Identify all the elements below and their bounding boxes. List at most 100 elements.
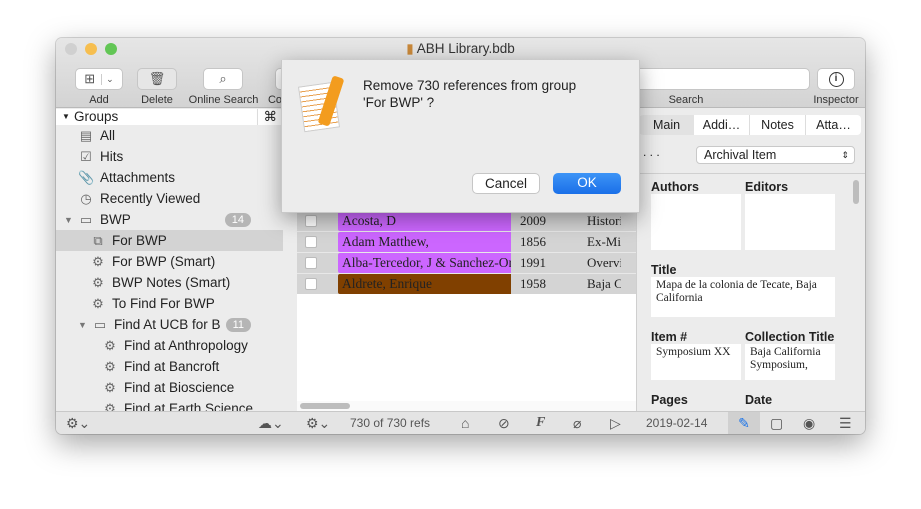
reference-count: 730 of 730 refs — [350, 416, 431, 430]
row-checkbox[interactable] — [305, 236, 317, 248]
sidebar-item-for-bwp[interactable]: ⧉ For BWP — [56, 230, 283, 251]
sidebar-item-find-at-ucb-for-b[interactable]: ▼ ▭ Find At UCB for B 11 — [56, 314, 283, 335]
library-icon: ▤ — [79, 127, 93, 143]
year-cell: 1958 — [520, 276, 546, 291]
sidebar-item-find-at-bancroft[interactable]: ⚙ Find at Bancroft — [56, 356, 283, 377]
cloud-icon[interactable]: ☁⌄ — [258, 415, 284, 432]
groups-header[interactable]: ▼ Groups ⌘ — [56, 109, 283, 125]
edit-icon[interactable]: ✎ — [728, 412, 760, 434]
sidebar-item-label: Find At UCB for B — [114, 317, 221, 332]
sidebar-item-bwp-notes-smart-[interactable]: ⚙ BWP Notes (Smart) — [56, 272, 283, 293]
sidebar-item-find-at-earth-science[interactable]: ⚙ Find at Earth Science — [56, 398, 283, 412]
online-search-label: Online Search — [188, 94, 259, 106]
command-icon: ⌘ — [256, 109, 277, 125]
tab-atta[interactable]: Atta… — [805, 115, 861, 135]
tab-main[interactable]: Main — [639, 115, 694, 135]
search-icon: ⌕ — [219, 71, 227, 86]
inspector-button[interactable]: i — [817, 68, 855, 90]
disclosure-triangle-icon: ▼ — [62, 112, 70, 121]
gear-icon: ⚙ — [104, 337, 116, 353]
sidebar-item-label: Find at Earth Science — [124, 401, 254, 411]
reference-type-select[interactable]: Archival Item ⇕ — [696, 146, 855, 164]
sidebar-item-label: For BWP — [112, 233, 167, 248]
tab-addi[interactable]: Addi… — [694, 115, 749, 135]
delete-label: Delete — [141, 94, 173, 106]
search-field[interactable] — [616, 68, 810, 90]
gear-icon: ⚙ — [104, 379, 116, 395]
checkbox-icon: ☑ — [80, 148, 92, 164]
table-row[interactable]: Aldrete, Enrique 1958 Baja C — [297, 273, 636, 294]
sidebar-item-for-bwp-smart-[interactable]: ⚙ For BWP (Smart) — [56, 251, 283, 272]
sidebar-item-to-find-for-bwp[interactable]: ⚙ To Find For BWP — [56, 293, 283, 314]
inspector-label: Inspector — [813, 94, 859, 106]
disclosure-triangle-icon[interactable]: ▼ — [78, 320, 92, 330]
authors-field[interactable] — [651, 194, 741, 250]
title-field[interactable]: Mapa de la colonia de Tecate, Baja Calif… — [651, 277, 835, 317]
gear-icon: ⚙ — [104, 400, 116, 412]
gear-icon: ⚙ — [92, 295, 104, 311]
sidebar-item-bwp[interactable]: ▼ ▭ BWP 14 — [56, 209, 283, 230]
row-checkbox[interactable] — [305, 278, 317, 290]
online-search-button[interactable]: ⌕ — [203, 68, 243, 90]
pages-label: Pages — [651, 393, 688, 407]
sidebar-item-attachments[interactable]: 📎 Attachments — [56, 167, 283, 188]
item-number-label: Item # — [651, 330, 688, 344]
title-cell: Overvi — [587, 255, 621, 270]
authors-label: Authors — [651, 180, 699, 194]
table-row[interactable]: Acosta, D 2009 Histori — [297, 210, 636, 231]
disclosure-triangle-icon[interactable]: ▼ — [64, 215, 78, 225]
bibdesk-app-icon — [297, 75, 349, 138]
window-title-text: ABH Library.bdb — [416, 41, 515, 56]
sidebar-item-label: Hits — [100, 149, 124, 164]
cancel-button[interactable]: Cancel — [472, 173, 540, 194]
gear-menu-icon[interactable]: ⚙⌄ — [66, 415, 90, 432]
row-checkbox[interactable] — [305, 215, 317, 227]
info-icon: i — [828, 71, 844, 87]
sidebar-item-hits[interactable]: ☑ Hits — [56, 146, 283, 167]
add-label: Add — [89, 94, 109, 106]
horizontal-scrollbar[interactable] — [300, 403, 350, 409]
eye-icon[interactable]: ◉ — [803, 415, 815, 432]
sidebar-item-label: Recently Viewed — [100, 191, 201, 206]
sidebar-item-label: Find at Anthropology — [124, 338, 248, 353]
collection-title-label: Collection Title — [745, 330, 835, 344]
note-icon[interactable]: ▢ — [770, 415, 783, 432]
sidebar-item-recently-viewed[interactable]: ◷ Recently Viewed — [56, 188, 283, 209]
table-row[interactable]: Alba-Tercedor, J & Sanchez-Ortega 1991 Ove… — [297, 252, 636, 273]
inspector-scrollbar[interactable] — [853, 180, 859, 204]
gear-icon: ⚙ — [92, 274, 104, 290]
sidebar-item-label: To Find For BWP — [112, 296, 215, 311]
sidebar-item-find-at-anthropology[interactable]: ⚙ Find at Anthropology — [56, 335, 283, 356]
row-checkbox[interactable] — [305, 257, 317, 269]
reference-type-value: Archival Item — [704, 148, 777, 162]
author-cell: Alba-Tercedor, J & Sanchez-Ortega — [338, 253, 511, 273]
add-button[interactable]: ⊞ ⌄ — [75, 68, 123, 90]
year-cell: 2009 — [520, 213, 546, 228]
format-icon[interactable]: F — [536, 415, 545, 431]
collection-title-field[interactable]: Baja California Symposium, — [745, 344, 835, 380]
author-cell: Acosta, D — [338, 211, 511, 231]
editors-label: Editors — [745, 180, 789, 194]
paperclip-icon[interactable]: ⌀ — [573, 415, 581, 432]
ok-button[interactable]: OK — [553, 173, 621, 194]
list-icon[interactable]: ☰ — [839, 415, 852, 432]
item-number-field[interactable]: Symposium XX — [651, 344, 741, 380]
editors-field[interactable] — [745, 194, 835, 250]
year-cell: 1856 — [520, 234, 546, 249]
document-icon: ▮ — [406, 41, 414, 56]
compass-icon[interactable]: ⊘ — [498, 415, 510, 432]
preview-play-icon[interactable]: ▷ — [610, 415, 621, 432]
folder-icon: ▭ — [79, 211, 93, 227]
tab-notes[interactable]: Notes — [749, 115, 805, 135]
search-label: Search — [668, 94, 704, 106]
delete-button[interactable]: 🗑 — [137, 68, 177, 90]
groups-header-label: Groups — [74, 109, 119, 124]
inspector-tabs: Main Addi… Notes Atta… — [639, 115, 861, 135]
chevron-down-icon: ⌄ — [101, 73, 114, 85]
list-gear-menu-icon[interactable]: ⚙⌄ — [306, 415, 330, 432]
sidebar-item-find-at-bioscience[interactable]: ⚙ Find at Bioscience — [56, 377, 283, 398]
sidebar-item-all[interactable]: ▤ All — [56, 125, 283, 146]
table-row[interactable]: Adam Matthew, 1856 Ex-Mis — [297, 231, 636, 252]
tag-icon[interactable]: ⌂ — [461, 415, 469, 431]
inspector-panel: Main Addi… Notes Atta… . . . Archival Item ⇕… — [636, 109, 865, 411]
